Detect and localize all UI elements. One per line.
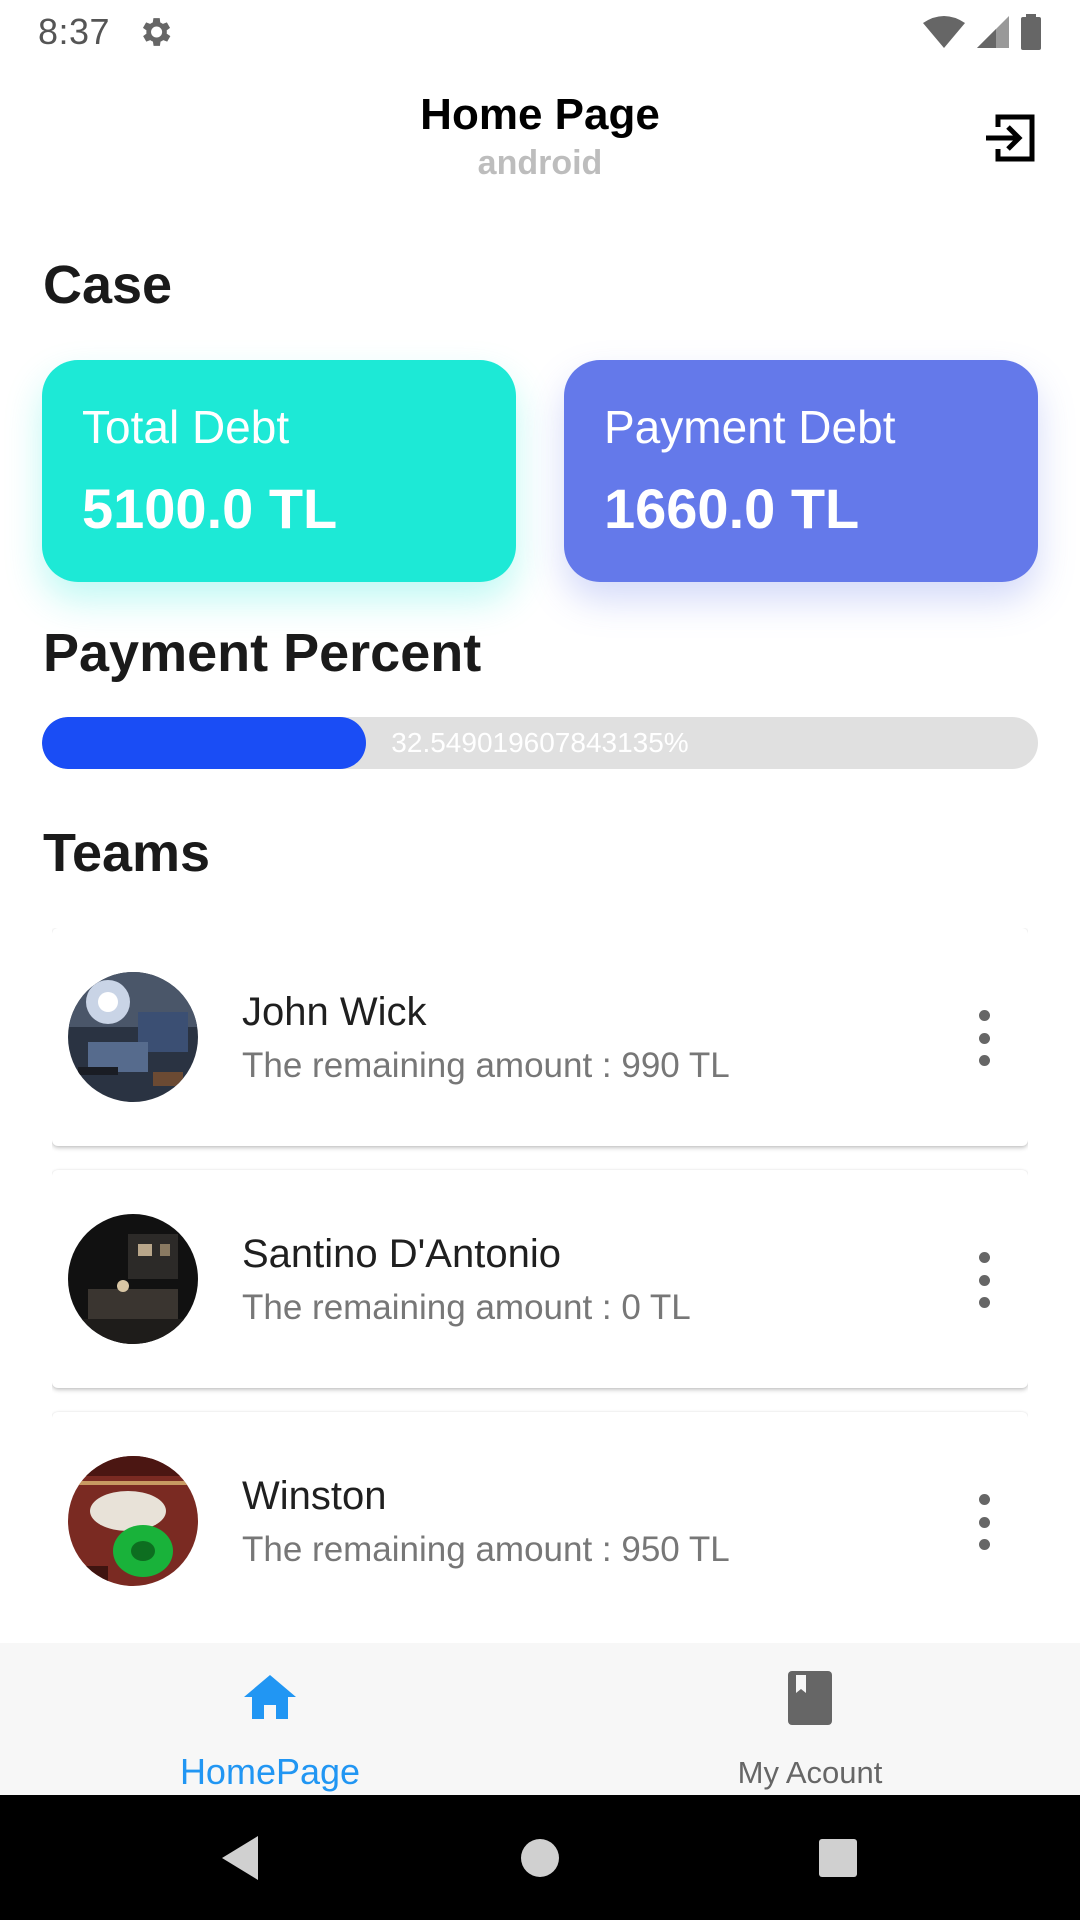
case-heading: Case (43, 255, 173, 315)
nav-item-my-account[interactable]: My Acount (540, 1643, 1080, 1795)
payment-debt-card: Payment Debt 1660.0 TL (564, 360, 1038, 582)
back-triangle-icon (222, 1835, 258, 1880)
home-circle-icon (521, 1838, 559, 1877)
more-options-icon[interactable] (974, 1010, 994, 1066)
status-bar: 8:37 (0, 0, 1080, 64)
total-debt-label: Total Debt (82, 401, 290, 453)
recents-square-icon (819, 1838, 857, 1877)
page-subtitle: android (477, 144, 603, 182)
avatar (68, 972, 198, 1102)
app-bar: Home Page android (0, 80, 1080, 190)
bottom-navigation: HomePage My Acount (0, 1643, 1080, 1795)
payment-percent-heading: Payment Percent (43, 623, 482, 683)
signal-icon (977, 16, 1009, 48)
team-card[interactable]: Winston The remaining amount : 950 TL (52, 1412, 1028, 1604)
settings-gear-icon (143, 18, 171, 46)
more-options-icon[interactable] (974, 1494, 994, 1550)
team-name: Santino D'Antonio (242, 1232, 561, 1276)
recents-button[interactable] (788, 1795, 888, 1920)
avatar (68, 1214, 198, 1344)
nav-label-homepage: HomePage (179, 1751, 361, 1792)
teams-heading: Teams (43, 823, 211, 883)
team-list[interactable]: John Wick The remaining amount : 990 TL … (52, 928, 1028, 1604)
payment-debt-value: 1660.0 TL (604, 477, 860, 540)
total-debt-value: 5100.0 TL (82, 477, 338, 540)
home-icon (244, 1675, 296, 1719)
status-time: 8:37 (38, 11, 111, 52)
team-name: Winston (242, 1474, 387, 1518)
team-card[interactable]: Santino D'Antonio The remaining amount :… (52, 1170, 1028, 1388)
battery-icon (1021, 14, 1041, 50)
team-name: John Wick (242, 990, 427, 1034)
avatar (68, 1456, 198, 1586)
nav-item-homepage[interactable]: HomePage (0, 1643, 540, 1795)
payment-progress-bar: 32.549019607843135% (42, 717, 1038, 769)
wifi-icon (923, 16, 965, 48)
back-button[interactable] (190, 1795, 290, 1920)
team-remaining-amount: The remaining amount : 990 TL (242, 1046, 730, 1085)
team-card[interactable]: John Wick The remaining amount : 990 TL (52, 928, 1028, 1146)
total-debt-card: Total Debt 5100.0 TL (42, 360, 516, 582)
nav-label-my-account: My Acount (737, 1755, 883, 1790)
team-remaining-amount: The remaining amount : 950 TL (242, 1530, 730, 1569)
progress-percent-text: 32.549019607843135% (391, 727, 689, 758)
logout-button[interactable] (980, 108, 1040, 168)
page-title: Home Page (420, 90, 660, 139)
payment-debt-label: Payment Debt (604, 401, 896, 453)
system-navigation-bar (0, 1795, 1080, 1920)
team-remaining-amount: The remaining amount : 0 TL (242, 1288, 691, 1327)
status-icons (922, 14, 1042, 50)
home-system-button[interactable] (490, 1795, 590, 1920)
logout-icon (986, 114, 1035, 162)
book-icon (788, 1671, 832, 1725)
more-options-icon[interactable] (974, 1252, 994, 1308)
